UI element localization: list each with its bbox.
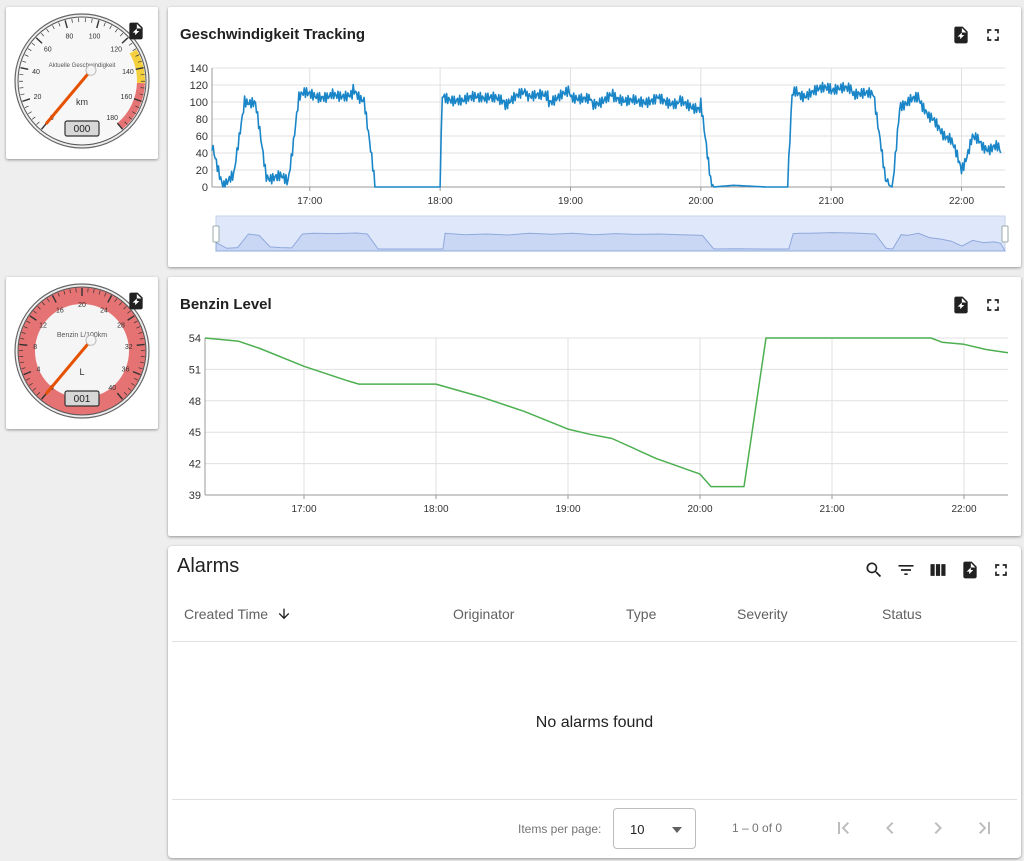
header-divider [172,641,1017,642]
y-tick-label: 60 [196,131,208,143]
x-tick-label: 20:00 [688,196,713,207]
gauge-needle-hub [85,334,97,346]
first-page-button[interactable] [831,816,855,840]
column-header-label: Created Time [184,606,269,622]
fuel-chart-card: Benzin Level 39 42 45 48 51 54 17:00 18:00 19:00… [168,277,1021,536]
x-tick-label: 22:00 [951,504,976,515]
gauge-value: 001 [74,394,91,405]
search-icon[interactable] [864,560,884,580]
gauge-tick-label: 80 [65,34,73,41]
last-page-button[interactable] [973,816,997,840]
column-header-severity[interactable]: Severity [737,606,788,622]
footer-divider [172,799,1017,800]
gauge-tick-label: 20 [34,94,42,101]
last-page-icon [979,822,990,834]
zoom-handle-right[interactable] [1001,225,1009,243]
x-tick-label: 22:00 [949,196,974,207]
gauge-tick-label: 28 [117,323,125,330]
gauge-tick-label: 120 [110,47,122,54]
arrow-down-icon [278,608,290,620]
columns-icon[interactable] [928,560,948,580]
y-tick-label: 48 [189,396,201,408]
x-tick-label: 18:00 [423,504,448,515]
x-tick-label: 17:00 [291,504,316,515]
y-tick-label: 54 [189,333,201,345]
chevron-left-icon [886,822,894,834]
y-tick-label: 39 [189,490,201,502]
gauge-unit: L [79,367,84,377]
gauge-tick-label: 4 [36,367,40,374]
fuel-gauge-card: 0481216202428323640Benzin L/100kmL001 [6,277,158,429]
gauge-tick [19,343,28,346]
y-tick-label: 40 [196,148,208,160]
previous-page-button[interactable] [878,816,902,840]
gauge-needle-hub [85,64,97,76]
gauge-label: Benzin L/100km [57,332,107,339]
column-header-status[interactable]: Status [882,606,922,622]
gauge-value: 000 [74,124,91,135]
gauge-label: Aktuelle Geschwindigkeit [49,63,116,69]
gauge-tick-label: 40 [32,69,40,76]
dropdown-arrow-icon [672,827,682,833]
gauge-tick-label: 24 [100,308,108,315]
y-tick-label: 120 [190,80,208,92]
gauge-tick-label: 40 [108,385,116,392]
speed-gauge-card: 020406080100120140160180Aktuelle Geschwi… [6,7,158,159]
x-tick-label: 21:00 [819,504,844,515]
x-tick-label: 19:00 [558,196,583,207]
series-line [211,81,1002,188]
filter-icon[interactable] [896,560,916,580]
column-header-type[interactable]: Type [626,606,656,622]
alarms-title: Alarms [177,555,240,577]
gauge-tick-label: 12 [39,323,47,330]
next-page-button[interactable] [926,816,950,840]
gauge-tick-label: 20 [78,302,86,309]
gauge-tick-label: 100 [89,34,101,41]
gauge-tick-label: 60 [44,47,52,54]
gauge-tick-label: 8 [33,344,37,351]
y-tick-label: 0 [202,182,208,194]
y-tick-label: 100 [190,97,208,109]
gauge-tick-label: 160 [121,94,133,101]
fullscreen-icon[interactable] [991,560,1011,580]
zoom-handle-left[interactable] [212,225,220,243]
empty-message: No alarms found [535,714,654,731]
column-header-created-time[interactable]: Created Time [184,606,292,622]
gauge-tick-label: 180 [106,115,118,122]
export-icon[interactable] [126,291,146,311]
fuel-chart: 39 42 45 48 51 54 17:00 18:00 19:00 20:00 21:00 22:… [189,333,1009,515]
gauge-tick-label: 16 [56,308,64,315]
y-tick-label: 140 [190,63,208,75]
y-tick-label: 51 [189,364,201,376]
gauge-unit: km [76,97,88,107]
speed-chart-card: Geschwindigkeit Tracking 0 20 40 60 80 100 120… [168,7,1021,267]
items-per-page-select[interactable]: 10 [613,808,696,849]
pagination-range: 1 – 0 of 0 [732,821,783,835]
x-tick-label: 21:00 [819,196,844,207]
gauge-tick [136,343,145,346]
x-tick-label: 17:00 [297,196,322,207]
x-tick-label: 19:00 [555,504,580,515]
items-per-page-value: 10 [630,822,645,837]
series-line [204,337,1009,488]
gauge-tick-label: 36 [122,367,130,374]
gauge-tick-label: 140 [122,69,134,76]
y-tick-label: 45 [189,427,201,439]
y-tick-label: 80 [196,114,208,126]
first-page-icon [838,822,849,834]
x-tick-label: 20:00 [687,504,712,515]
y-tick-label: 42 [189,459,201,471]
x-tick-label: 18:00 [428,196,453,207]
alarms-card: Alarms Created Time Originator Type Seve… [168,546,1021,858]
items-per-page-label: Items per page: [518,822,602,836]
y-tick-label: 20 [196,165,208,177]
export-icon[interactable] [960,560,980,580]
gauge-tick-label: 32 [125,344,133,351]
export-icon[interactable] [126,21,146,41]
speed-chart: 0 20 40 60 80 100 120 140 17:00 18:00 19:00 20:00 21… [190,63,1009,252]
column-header-originator[interactable]: Originator [453,606,514,622]
chevron-right-icon [934,822,942,834]
